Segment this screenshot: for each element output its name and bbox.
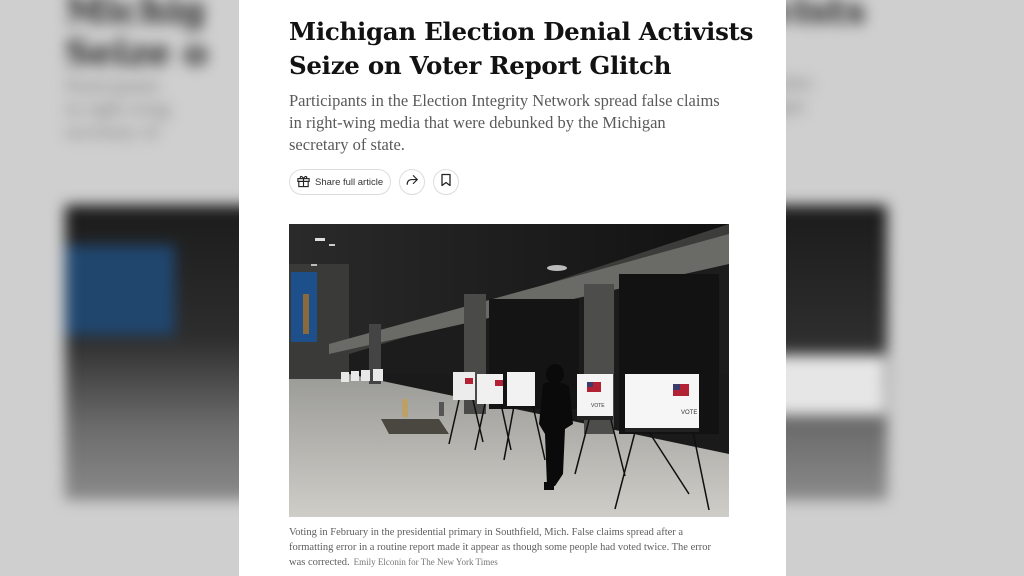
article-photo: VOTE VOTE: [289, 224, 729, 517]
backdrop-summary-left: Participants in right-wing secretary of: [65, 75, 170, 143]
share-full-article-button[interactable]: Share full article: [289, 169, 392, 195]
caption-text: Voting in February in the presidential p…: [289, 527, 711, 568]
polling-place-photo: VOTE VOTE: [289, 224, 729, 517]
gift-icon: [296, 173, 311, 191]
share-button[interactable]: [399, 169, 426, 195]
article-summary: Participants in the Election Integrity N…: [289, 91, 720, 154]
article-card: Michigan Election Denial Activists Seize…: [239, 0, 786, 576]
photo-caption: Voting in February in the presidential p…: [289, 526, 729, 571]
vote-sign: VOTE: [681, 410, 697, 416]
bookmark-icon: [440, 173, 452, 192]
backdrop-headline-left: Michig Seize o: [65, 0, 208, 74]
backdrop-booth: [825, 355, 885, 415]
share-arrow-icon: [405, 173, 419, 192]
article-actions: Share full article: [289, 169, 460, 195]
backdrop-window: [65, 245, 175, 335]
photo-credit: Emily Elconin for The New York Times: [353, 557, 498, 567]
share-full-article-label: Share full article: [315, 176, 384, 188]
save-button[interactable]: [433, 169, 460, 195]
article-headline: Michigan Election Denial Activists Seize…: [289, 17, 754, 80]
vote-sign: VOTE: [591, 403, 605, 409]
